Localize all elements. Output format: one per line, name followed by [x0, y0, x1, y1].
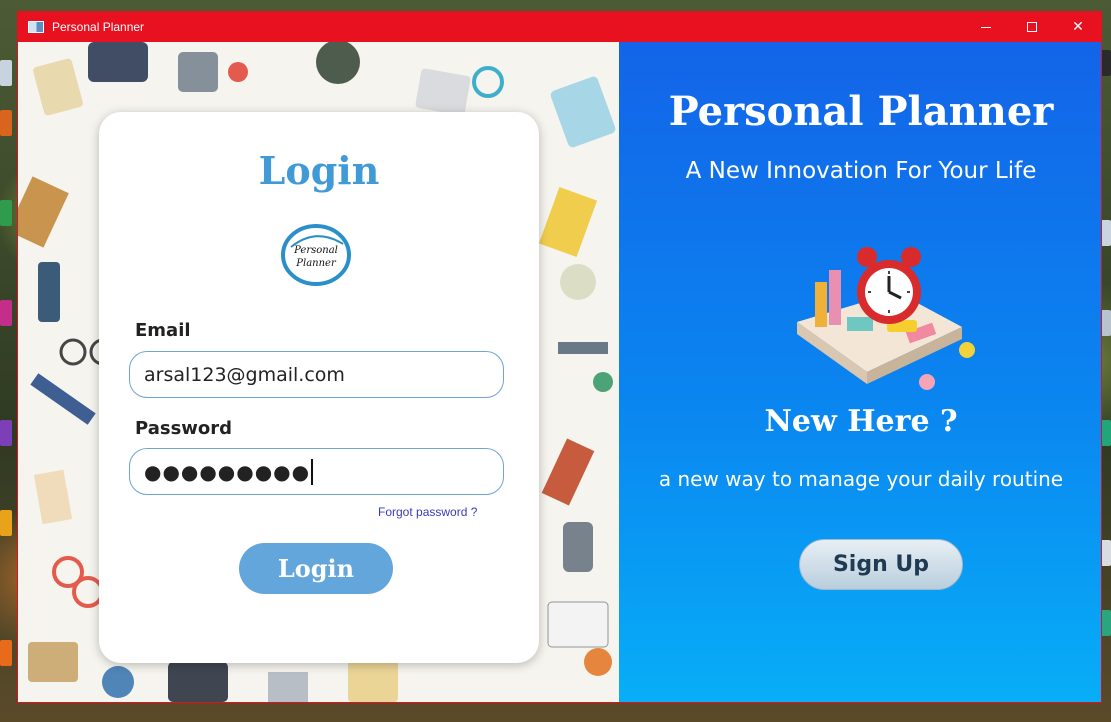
maximize-icon [1027, 22, 1037, 32]
app-window-icon [28, 21, 44, 33]
desktop-shortcut-icon[interactable] [1101, 540, 1111, 566]
desktop-shortcut-icon[interactable] [0, 200, 12, 226]
minimize-icon [981, 26, 991, 28]
desktop-shortcut-icon[interactable] [0, 60, 12, 86]
desktop-icons-right [1101, 40, 1111, 700]
close-button[interactable]: ✕ [1055, 12, 1101, 42]
desktop-shortcut-icon[interactable] [1101, 50, 1111, 76]
desktop-shortcut-icon[interactable] [1101, 310, 1111, 336]
forgot-password-link[interactable]: Forgot password ? [378, 505, 477, 519]
desktop-icons-left [0, 40, 18, 700]
desktop-shortcut-icon[interactable] [0, 510, 12, 536]
password-value: ●●●●●●●●● [144, 459, 311, 484]
svg-text:Personal: Personal [293, 245, 338, 256]
patterned-background-pane: Login Personal Planner Email arsal123@gm… [18, 42, 619, 702]
desktop-shortcut-icon[interactable] [1101, 610, 1111, 636]
title-bar[interactable]: Personal Planner ✕ [18, 12, 1101, 42]
app-window: Personal Planner ✕ Login Personal Planne… [17, 11, 1102, 703]
desktop-shortcut-icon[interactable] [0, 420, 12, 446]
alarm-clock-desk-illustration [797, 247, 975, 390]
minimize-button[interactable] [963, 12, 1009, 42]
svg-text:Planner: Planner [295, 258, 337, 269]
login-title: Login [258, 148, 380, 193]
window-title: Personal Planner [52, 20, 145, 34]
email-value: arsal123@gmail.com [144, 363, 345, 386]
desktop-shortcut-icon[interactable] [0, 110, 12, 136]
desktop-shortcut-icon[interactable] [1101, 220, 1111, 246]
login-card: Login Personal Planner Email arsal123@gm… [99, 112, 539, 663]
email-field[interactable]: arsal123@gmail.com [129, 351, 504, 398]
app-title: Personal Planner [668, 88, 1054, 135]
desktop-shortcut-icon[interactable] [0, 640, 12, 666]
personal-planner-logo: Personal Planner [281, 224, 351, 286]
email-label: Email [135, 320, 191, 341]
login-button[interactable]: Login [239, 543, 393, 594]
signup-button[interactable]: Sign Up [799, 539, 963, 590]
close-icon: ✕ [1072, 19, 1084, 35]
tagline-text: a new way to manage your daily routine [658, 467, 1064, 491]
desktop-shortcut-icon[interactable] [0, 300, 12, 326]
desktop-shortcut-icon[interactable] [1101, 420, 1111, 446]
app-subtitle: A New Innovation For Your Life [685, 158, 1037, 184]
password-field[interactable]: ●●●●●●●●● [129, 448, 504, 495]
new-here-heading: New Here ? [764, 404, 958, 439]
text-caret [311, 458, 313, 485]
maximize-button[interactable] [1009, 12, 1055, 42]
password-label: Password [135, 418, 233, 439]
signup-promo-panel: Personal Planner A New Innovation For Yo… [619, 42, 1101, 702]
window-controls: ✕ [963, 12, 1101, 42]
